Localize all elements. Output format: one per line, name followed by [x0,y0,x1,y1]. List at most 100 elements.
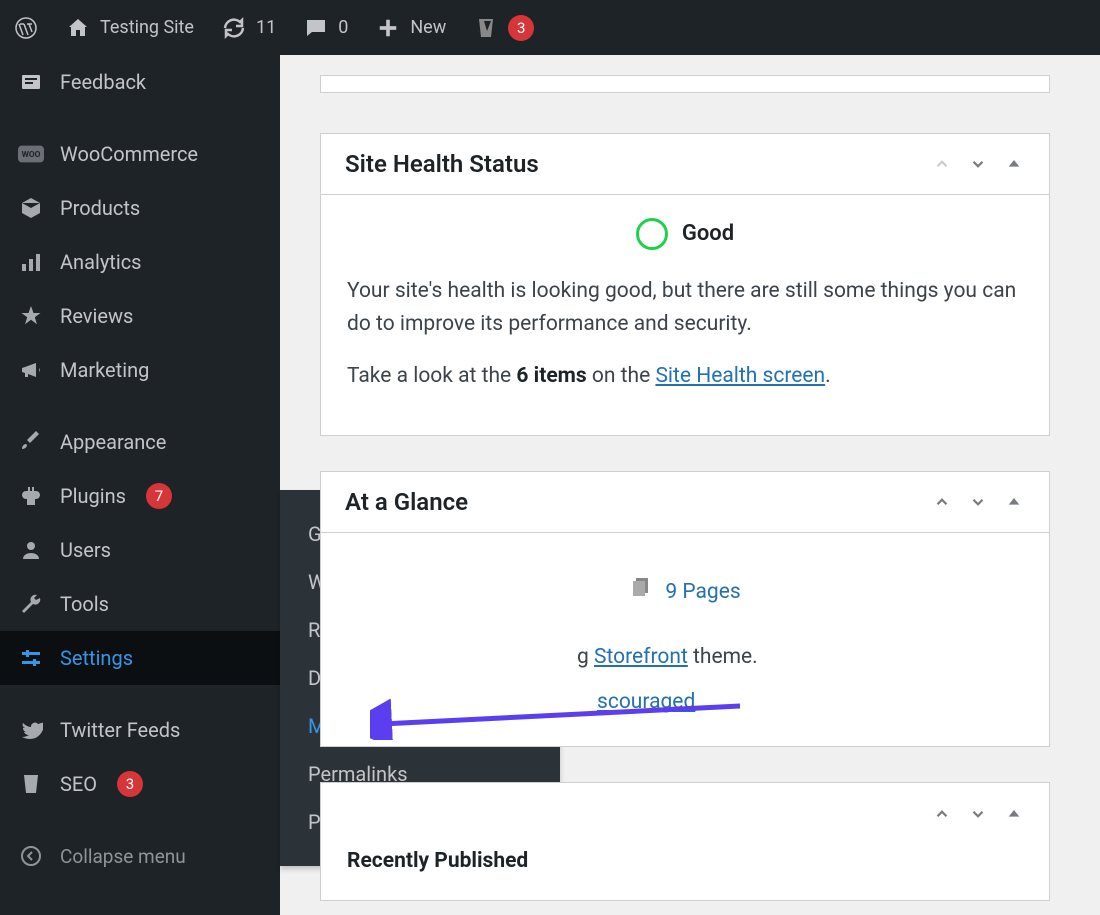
sidebar-item-label: Twitter Feeds [60,718,180,742]
sidebar-item-appearance[interactable]: Appearance [0,415,280,469]
panel-body: Recently Published [321,845,1049,900]
comments-count: 0 [338,17,348,38]
sidebar-item-label: SEO [60,772,97,796]
panel-title: Site Health Status [345,150,539,178]
collapse-label: Collapse menu [60,845,186,868]
sidebar-item-plugins[interactable]: Plugins 7 [0,469,280,523]
star-icon [18,303,44,329]
theme-link[interactable]: Storefront [594,645,688,669]
move-down-icon[interactable] [967,153,989,175]
sidebar-item-label: Reviews [60,304,133,328]
new-label: New [410,17,446,38]
pages-link[interactable]: 9 Pages [665,576,740,609]
discouraged-link[interactable]: scouraged [597,690,695,714]
toggle-icon[interactable] [1003,491,1025,513]
admin-sidebar: Feedback WOO WooCommerce Products Analyt… [0,55,280,915]
sidebar-item-settings[interactable]: Settings [0,631,280,685]
woo-icon: WOO [18,141,44,167]
health-lookat: Take a look at the 6 items on the Site H… [347,360,1023,393]
panel-header[interactable] [321,783,1049,845]
wordpress-icon [14,16,38,40]
panel-header[interactable]: At a Glance [321,472,1049,533]
feedback-icon [18,69,44,95]
main-content: Site Health Status Good Your site's heal… [280,55,1090,915]
panel-controls [931,153,1025,175]
wp-logo[interactable] [0,16,52,40]
panel-body: 9 Pages g Storefront theme. scouraged [321,533,1049,747]
users-icon [18,537,44,563]
analytics-icon [18,249,44,275]
yoast-icon [474,16,498,40]
health-status-label: Good [682,217,734,251]
move-up-icon[interactable] [931,491,953,513]
site-name: Testing Site [100,17,194,38]
sidebar-item-label: Plugins [60,484,126,508]
updates-link[interactable]: 11 [208,16,290,40]
plugin-icon [18,483,44,509]
theme-line: g Storefront theme. [347,623,1023,686]
sidebar-item-products[interactable]: Products [0,181,280,235]
tools-icon [18,591,44,617]
sidebar-item-feedback[interactable]: Feedback [0,55,280,109]
panel-header[interactable]: Site Health Status [321,134,1049,195]
seo-icon [18,771,44,797]
recent-title: Recently Published [347,849,528,873]
discouraged-line: scouraged [347,686,1023,725]
panel-site-health: Site Health Status Good Your site's heal… [320,133,1050,436]
sidebar-item-users[interactable]: Users [0,523,280,577]
sidebar-item-label: Tools [60,592,109,616]
megaphone-icon [18,357,44,383]
plugins-count-badge: 7 [146,483,172,509]
sidebar-item-analytics[interactable]: Analytics [0,235,280,289]
sidebar-item-twitter[interactable]: Twitter Feeds [0,703,280,757]
brush-icon [18,429,44,455]
sidebar-item-label: Users [60,538,111,562]
yoast-link[interactable]: 3 [460,15,548,41]
sidebar-item-label: WooCommerce [60,142,198,166]
panel-controls [931,491,1025,513]
site-health-link[interactable]: Site Health screen [655,364,825,388]
move-down-icon[interactable] [967,491,989,513]
new-link[interactable]: New [362,16,460,40]
move-up-icon[interactable] [931,153,953,175]
settings-icon [18,645,44,671]
toggle-icon[interactable] [1003,153,1025,175]
products-icon [18,195,44,221]
notif-badge: 3 [508,15,534,41]
sidebar-item-label: Settings [60,646,133,670]
comment-icon [304,16,328,40]
health-desc: Your site's health is looking good, but … [347,275,1023,340]
sidebar-item-label: Analytics [60,250,142,274]
comments-link[interactable]: 0 [290,16,362,40]
pages-icon [629,575,653,610]
health-status-icon [636,218,668,250]
refresh-icon [222,16,246,40]
panel-spacer [320,75,1050,93]
move-up-icon[interactable] [931,803,953,825]
sidebar-item-label: Products [60,196,140,220]
panel-controls [931,803,1025,825]
sidebar-item-reviews[interactable]: Reviews [0,289,280,343]
panel-recent: Recently Published [320,782,1050,901]
sidebar-item-seo[interactable]: SEO 3 [0,757,280,811]
sidebar-item-label: Appearance [60,430,166,454]
seo-count-badge: 3 [117,771,143,797]
panel-title: At a Glance [345,488,468,516]
sidebar-item-woocommerce[interactable]: WOO WooCommerce [0,127,280,181]
sidebar-item-label: Marketing [60,358,149,382]
collapse-menu[interactable]: Collapse menu [0,829,280,883]
admin-bar: Testing Site 11 0 New 3 [0,0,1100,55]
site-link[interactable]: Testing Site [52,16,208,40]
plus-icon [376,16,400,40]
sidebar-item-tools[interactable]: Tools [0,577,280,631]
move-down-icon[interactable] [967,803,989,825]
svg-text:WOO: WOO [22,150,41,160]
sidebar-item-label: Feedback [60,70,146,94]
sidebar-item-marketing[interactable]: Marketing [0,343,280,397]
home-icon [66,16,90,40]
toggle-icon[interactable] [1003,803,1025,825]
collapse-icon [18,843,44,869]
panel-body: Good Your site's health is looking good,… [321,195,1049,435]
updates-count: 11 [256,17,276,38]
panel-at-glance: At a Glance 9 Pages g Storefront theme. … [320,471,1050,748]
